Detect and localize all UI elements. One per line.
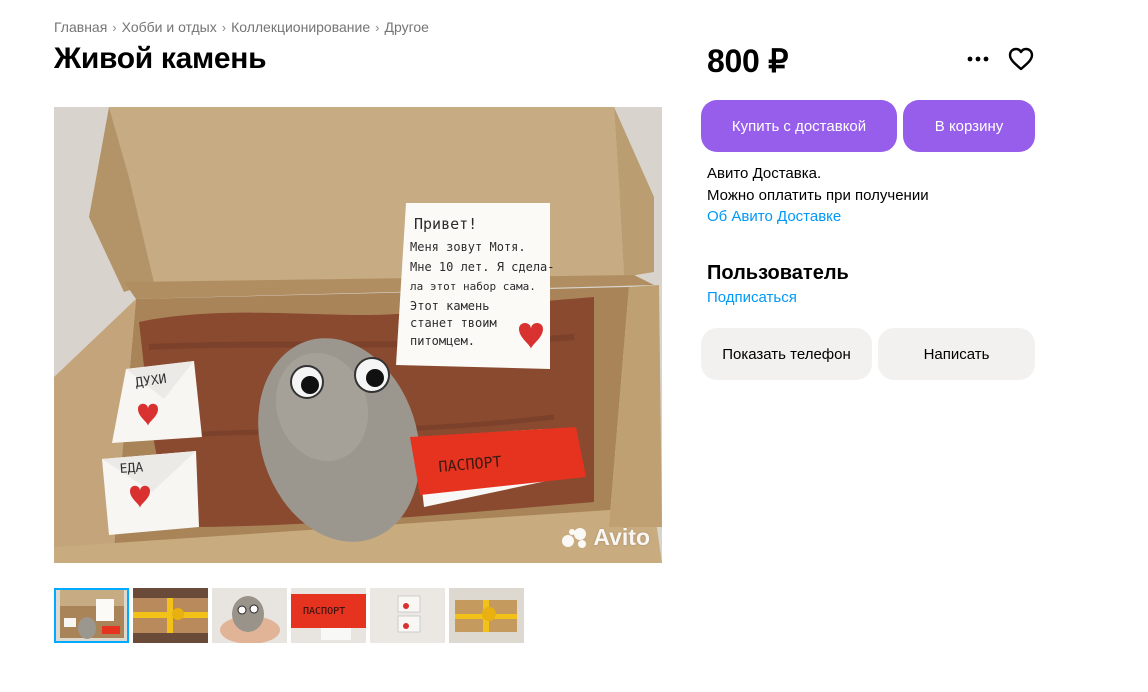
thumbnail-2[interactable] xyxy=(133,588,208,643)
breadcrumb-home[interactable]: Главная xyxy=(54,19,107,35)
svg-text:ПАСПОРТ: ПАСПОРТ xyxy=(303,606,345,617)
more-options-button[interactable] xyxy=(963,44,993,74)
more-horizontal-icon xyxy=(967,56,989,62)
heart-outline-icon xyxy=(1008,47,1034,71)
svg-text:питомцем.: питомцем. xyxy=(410,334,475,348)
svg-text:Мне 10 лет. Я сдела-: Мне 10 лет. Я сдела- xyxy=(410,260,555,274)
about-delivery-link[interactable]: Об Авито Доставке xyxy=(707,208,841,225)
svg-text:Меня зовут Мотя.: Меня зовут Мотя. xyxy=(410,240,526,254)
delivery-info: Авито Доставка. xyxy=(707,165,822,182)
main-photo[interactable]: Привет! Меня зовут Мотя. Мне 10 лет. Я с… xyxy=(54,107,662,563)
svg-text:станет твоим: станет твоим xyxy=(410,316,497,330)
payment-info: Можно оплатить при получении xyxy=(707,187,929,204)
breadcrumb: Главная › Хобби и отдых › Коллекциониров… xyxy=(54,19,429,35)
photo-illustration: Привет! Меня зовут Мотя. Мне 10 лет. Я с… xyxy=(54,107,662,563)
thumbnail-6[interactable] xyxy=(449,588,524,643)
breadcrumb-separator: › xyxy=(221,19,227,35)
breadcrumb-separator: › xyxy=(375,19,380,35)
thumbnail-strip: ПАСПОРТ xyxy=(54,588,524,643)
favorite-button[interactable] xyxy=(1006,44,1036,74)
write-message-button[interactable]: Написать xyxy=(878,328,1035,380)
thumbnail-4[interactable]: ПАСПОРТ xyxy=(291,588,366,643)
breadcrumb-other[interactable]: Другое xyxy=(384,19,428,35)
subscribe-link[interactable]: Подписаться xyxy=(707,289,797,306)
thumbnail-3[interactable] xyxy=(212,588,287,643)
breadcrumb-separator: › xyxy=(112,19,117,35)
svg-text:Этот камень: Этот камень xyxy=(410,299,489,313)
thumbnail-5[interactable] xyxy=(370,588,445,643)
svg-text:Привет!: Привет! xyxy=(414,215,477,233)
avito-logo-icon xyxy=(562,527,587,548)
food-tag-text: ЕДА xyxy=(119,460,144,477)
add-to-cart-button[interactable]: В корзину xyxy=(903,100,1035,152)
breadcrumb-hobby[interactable]: Хобби и отдых xyxy=(122,19,217,35)
watermark-text: Avito xyxy=(593,524,650,550)
price: 800 ₽ xyxy=(707,43,789,79)
page-title: Живой камень xyxy=(54,42,267,75)
thumbnail-1[interactable] xyxy=(54,588,129,643)
breadcrumb-collecting[interactable]: Коллекционирование xyxy=(231,19,370,35)
buy-with-delivery-button[interactable]: Купить с доставкой xyxy=(701,100,897,152)
show-phone-button[interactable]: Показать телефон xyxy=(701,328,872,380)
avito-watermark: Avito xyxy=(562,524,650,551)
seller-name[interactable]: Пользователь xyxy=(707,262,849,285)
svg-text:ла этот набор сама.: ла этот набор сама. xyxy=(410,280,536,293)
